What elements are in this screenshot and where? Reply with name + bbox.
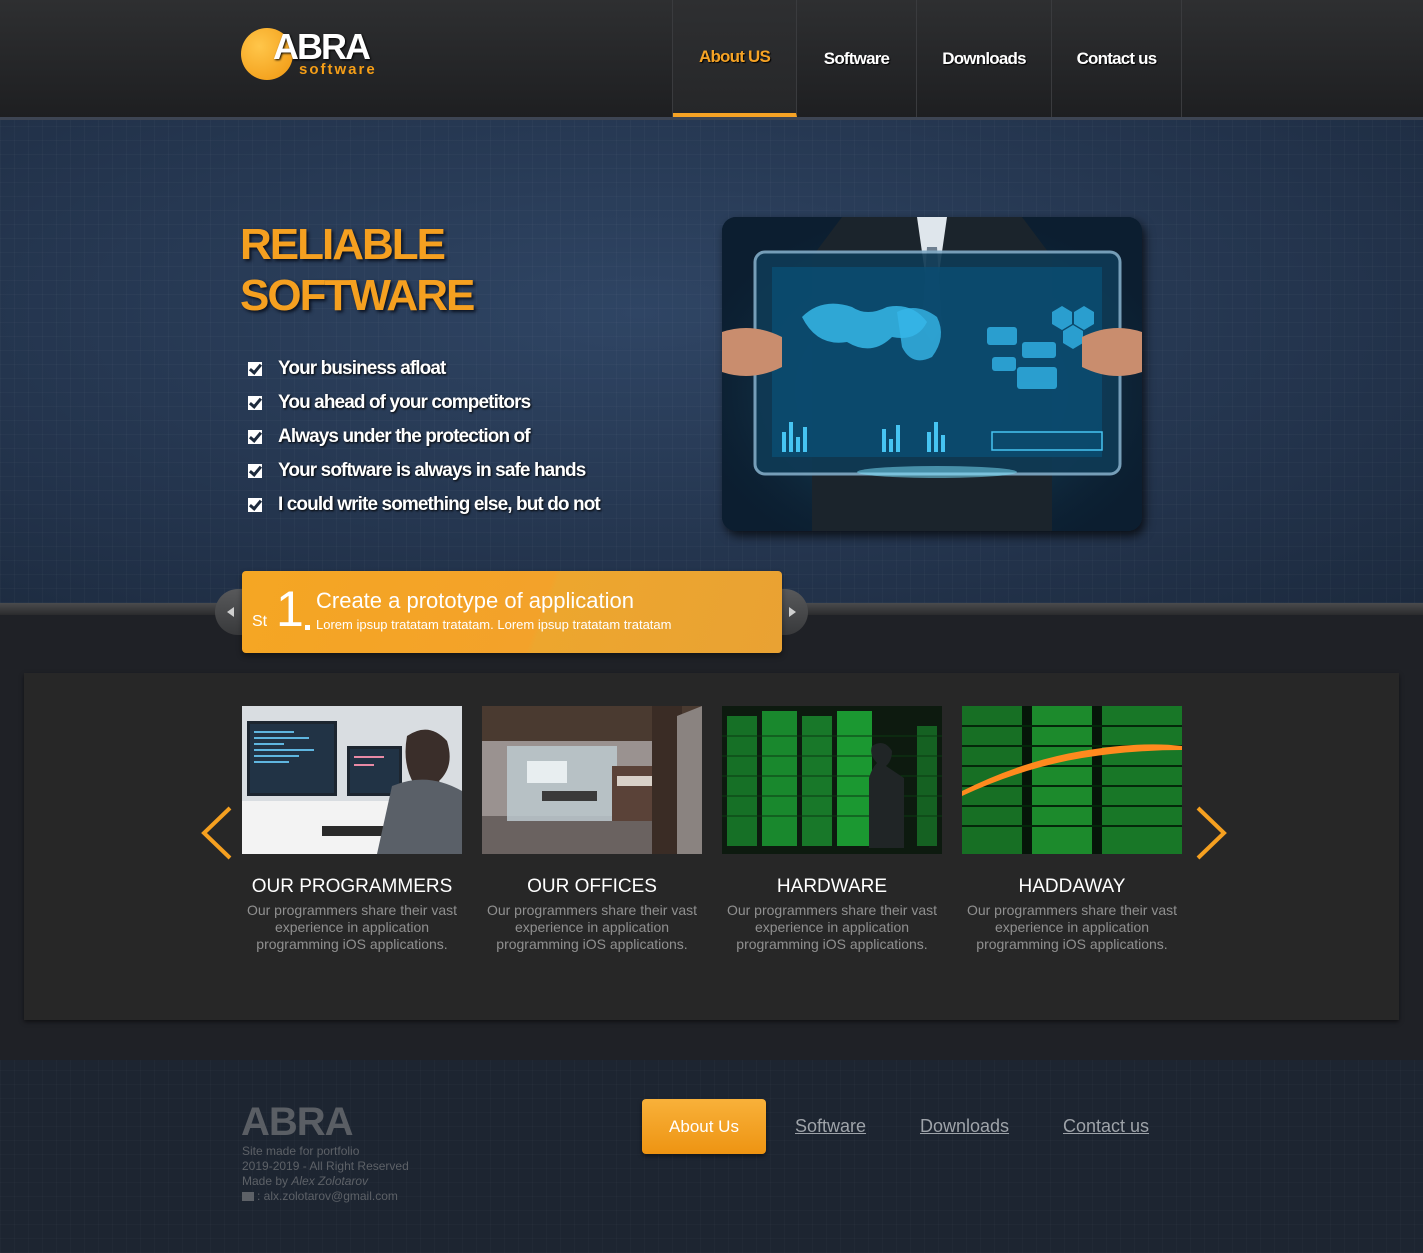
email-text: : alx.zolotarov@gmail.com — [257, 1189, 398, 1203]
card-text: Our programmers share their vast experie… — [966, 902, 1178, 952]
hero-title: RELIABLE SOFTWARE — [240, 219, 475, 321]
card-text: Our programmers share their vast experie… — [486, 902, 698, 952]
hero-banner — [0, 120, 1423, 603]
haddaway-photo — [962, 706, 1182, 854]
feature-item: I could write something else, but do not — [248, 488, 601, 522]
checkbox-icon — [248, 362, 262, 376]
feature-text: Your business afloat — [278, 358, 446, 379]
logo[interactable]: ABRA software — [241, 26, 401, 82]
feature-text: I could write something else, but do not — [278, 494, 601, 515]
made-by-prefix: Made by — [242, 1174, 292, 1188]
checkbox-icon — [248, 430, 262, 444]
nav-software[interactable]: Software — [797, 0, 917, 117]
mail-icon — [242, 1192, 254, 1202]
feature-text: Your software is always in safe hands — [278, 460, 586, 481]
footer-made-by: Made by Alex Zolotarov — [242, 1174, 409, 1189]
card-text: Our programmers share their vast experie… — [726, 902, 938, 952]
feature-item: You ahead of your competitors — [248, 386, 600, 420]
footer-line2: 2019-2019 - All Right Reserved — [242, 1159, 409, 1173]
card-text: Our programmers share their vast experie… — [246, 902, 458, 952]
step-dot — [305, 625, 310, 630]
main-nav: About US Software Downloads Contact us — [672, 0, 1182, 117]
carousel-next-arrow-icon[interactable] — [1190, 806, 1230, 860]
hero-title-line1: RELIABLE — [240, 220, 446, 269]
step-card: St 1 Create a prototype of application L… — [242, 571, 782, 653]
logo-tagline: software — [299, 61, 377, 78]
card-offices[interactable]: OUR OFFICES Our programmers share their … — [482, 706, 702, 953]
footer-info: Site made for portfolio 2019-2019 - All … — [242, 1144, 409, 1204]
step-title: Create a prototype of application — [316, 588, 634, 613]
hero-title-line2: SOFTWARE — [240, 271, 475, 320]
feature-item: Your software is always in safe hands — [248, 454, 600, 488]
card-title: HARDWARE — [776, 876, 888, 897]
footer-link-software[interactable]: Software — [795, 1116, 866, 1137]
card-programmers[interactable]: OUR PROGRAMMERS Our programmers share th… — [242, 706, 462, 953]
nav-contact-us[interactable]: Contact us — [1052, 0, 1182, 117]
nav-downloads[interactable]: Downloads — [917, 0, 1052, 117]
step-number: 1 — [276, 581, 304, 637]
header: ABRA software About US Software Download… — [0, 0, 1423, 120]
step-prefix: St — [252, 613, 268, 630]
feature-item: Your business afloat — [248, 352, 600, 386]
footer-link-contact-us[interactable]: Contact us — [1063, 1116, 1149, 1137]
footer-about-us-button[interactable]: About Us — [642, 1099, 766, 1154]
footer-link-downloads[interactable]: Downloads — [920, 1116, 1009, 1137]
hero-tablet-image — [722, 217, 1142, 531]
author-name: Alex Zolotarov — [291, 1174, 369, 1188]
card-haddaway[interactable]: HADDAWAY Our programmers share their vas… — [962, 706, 1182, 953]
footer-brand: ABRA — [241, 1100, 354, 1144]
footer-email[interactable]: : alx.zolotarov@gmail.com — [242, 1189, 409, 1204]
card-title: HADDAWAY — [1018, 876, 1126, 897]
checkbox-icon — [248, 498, 262, 512]
carousel-prev-arrow-icon[interactable] — [198, 806, 238, 860]
checkbox-icon — [248, 396, 262, 410]
footer — [0, 1060, 1423, 1253]
feature-text: Always under the protection of — [278, 426, 531, 447]
checkbox-icon — [248, 464, 262, 478]
feature-text: You ahead of your competitors — [278, 392, 531, 413]
offices-photo — [482, 706, 702, 854]
card-title: OUR PROGRAMMERS — [251, 876, 453, 897]
feature-list: Your business afloat You ahead of your c… — [248, 352, 601, 522]
step-description: Lorem ipsup tratatam tratatam. Lorem ips… — [316, 617, 672, 632]
card-title: OUR OFFICES — [527, 876, 657, 897]
feature-item: Always under the protection of — [248, 420, 600, 454]
programmers-photo — [242, 706, 462, 854]
card-hardware[interactable]: HARDWARE Our programmers share their vas… — [722, 706, 942, 953]
nav-about-us[interactable]: About US — [673, 0, 797, 117]
hardware-photo — [722, 706, 942, 854]
footer-line1: Site made for portfolio — [242, 1144, 360, 1158]
